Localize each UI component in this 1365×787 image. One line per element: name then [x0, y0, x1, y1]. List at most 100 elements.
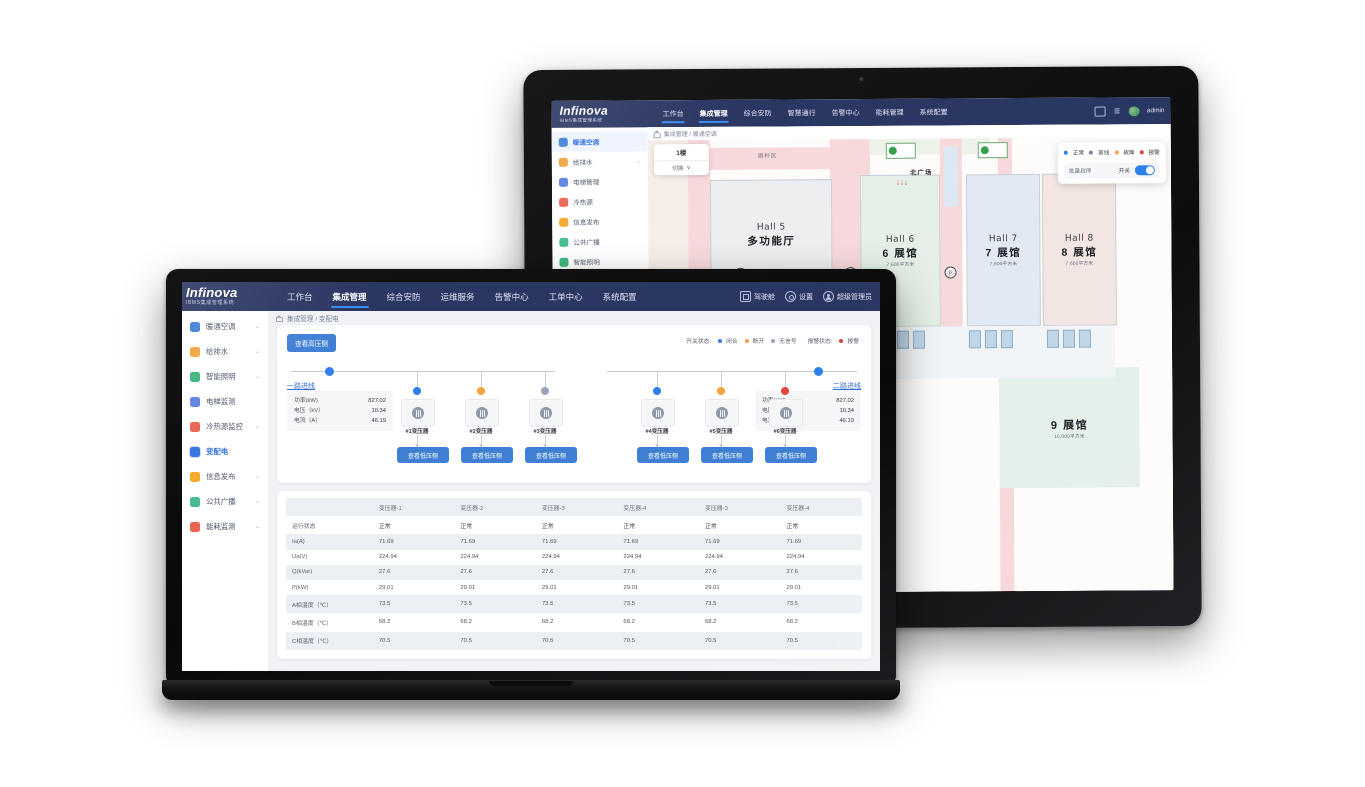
equipment-box-2[interactable]	[977, 142, 1008, 159]
left-metric-label-2: 电流（A）	[294, 418, 322, 424]
nav-item-settings[interactable]: 系统配置	[602, 283, 638, 310]
transformer-symbol-4[interactable]	[641, 399, 675, 427]
nav-item-workbench[interactable]: 工作台	[286, 283, 314, 310]
sidebar-item-info[interactable]: 信息发布 ⌄	[182, 464, 268, 489]
tablet-sidebar-item-0[interactable]: 暖通空调	[551, 131, 648, 152]
laptop-base	[162, 680, 900, 700]
transformer-symbol-6[interactable]	[769, 399, 803, 427]
sidebar-item-water[interactable]: 给排水 ⌄	[182, 339, 268, 364]
transformer-symbol-3[interactable]	[529, 399, 563, 427]
tablet-nav[interactable]: 工作台 集成管理 综合安防 智慧通行 告警中心 能耗管理 系统配置	[661, 100, 948, 125]
brand-subtitle: IBMS集成管理系统	[559, 117, 603, 123]
left-metric-value-1: 10.34	[371, 408, 386, 414]
hall-9-cn: 9 展馆	[1050, 419, 1089, 432]
broadcast-icon	[190, 496, 200, 507]
tablet-nav-item-3[interactable]: 智慧通行	[786, 101, 816, 124]
tablet-sidebar-item-5[interactable]: 公共广播	[552, 231, 648, 252]
legend-dot-alarm	[839, 338, 844, 343]
nav-item-ops[interactable]: 运维服务	[440, 283, 476, 310]
hall-7-en: Hall 7	[988, 233, 1018, 244]
nav-item-alarm[interactable]: 告警中心	[494, 283, 530, 310]
legend-label-normal: 正常	[1072, 150, 1085, 157]
nav-item-security[interactable]: 综合安防	[386, 283, 422, 310]
legend-dot-alarm	[1139, 150, 1144, 155]
info-publish-icon	[559, 217, 569, 227]
nav-item-workorder[interactable]: 工单中心	[548, 283, 584, 310]
settings-entry[interactable]: 设置	[785, 291, 813, 302]
tablet-nav-item-4[interactable]: 告警中心	[830, 101, 860, 124]
cockpit-entry[interactable]: 驾驶舱	[740, 291, 775, 302]
sidebar-item-lighting[interactable]: 智能照明 ⌄	[182, 364, 268, 389]
tablet-nav-item-1[interactable]: 集成管理	[698, 102, 728, 125]
view-lv-side-button-1[interactable]: 查看低压侧	[397, 447, 449, 463]
transformer-symbol-2[interactable]	[465, 399, 499, 427]
sidebar-item-chiller[interactable]: 冷热源监控 ⌄	[182, 414, 268, 439]
hall-5-cn: 多功能厅	[747, 235, 796, 248]
account-entry[interactable]: 超级管理员	[823, 291, 872, 302]
hall-8[interactable]: Hall 8 8 展馆 7,600平方米	[1041, 173, 1117, 326]
view-lv-side-button-3[interactable]: 查看低压侧	[525, 447, 577, 463]
tablet-sidebar-item-3[interactable]: 冷热源	[552, 191, 648, 212]
row-label-2: Ua(V)	[292, 554, 308, 561]
view-lv-side-button-5[interactable]: 查看低压侧	[701, 447, 753, 463]
batch-toggle-switch[interactable]	[1134, 165, 1155, 176]
cell-3-5: 27.6	[786, 569, 798, 576]
cell-7-3: 70.5	[623, 637, 635, 644]
transformer-symbol-5[interactable]	[705, 399, 739, 427]
tablet-nav-item-0[interactable]: 工作台	[661, 102, 684, 125]
chevron-down-icon: ⌄	[254, 424, 260, 430]
sidebar-item-elevator[interactable]: 电梯监测	[182, 389, 268, 414]
table-row: Ia(A) 71.69 71.69 71.69 71.69 71.69 71.6…	[286, 534, 862, 550]
view-lv-side-button-6[interactable]: 查看低压侧	[765, 447, 817, 463]
cell-2-3: 224.94	[623, 554, 642, 561]
feeder-right-link[interactable]: 二路进线	[833, 381, 861, 391]
legend-closed: 闭合	[717, 336, 738, 345]
floor-current: 1楼	[676, 150, 687, 158]
status-ok-icon	[888, 146, 897, 155]
list-icon[interactable]	[1113, 107, 1122, 115]
screen-icon[interactable]	[1094, 106, 1106, 117]
cell-5-0: 73.5	[378, 601, 391, 608]
table-row: Q(kVar) 27.6 27.6 27.6 27.6 27.6 27.6	[286, 564, 862, 580]
sidebar-item-hvac[interactable]: 暖通空调 ⌄	[182, 314, 268, 339]
tablet-sidebar-item-1[interactable]: 给排水 ⌄	[552, 151, 648, 172]
view-hv-side-button[interactable]: 查看高压侧	[287, 334, 336, 352]
laptop-nav[interactable]: 工作台 集成管理 综合安防 运维服务 告警中心 工单中心 系统配置	[286, 283, 638, 310]
tablet-nav-item-5[interactable]: 能耗管理	[874, 101, 904, 124]
laptop-breadcrumb-text: 集成管理 / 变配电	[287, 316, 339, 323]
sidebar-label-lighting: 智能照明	[206, 372, 236, 381]
nav-item-integration[interactable]: 集成管理	[330, 283, 369, 310]
globe-icon[interactable]	[1128, 105, 1140, 116]
cell-7-4: 70.5	[704, 637, 717, 644]
sidebar-label-info: 信息发布	[206, 472, 236, 481]
equipment-box-1[interactable]	[885, 142, 916, 159]
cell-4-1: 29.01	[460, 584, 476, 591]
floor-switch[interactable]: 切换 ∨	[653, 159, 709, 176]
cell-3-4: 27.6	[704, 569, 717, 576]
feeder-left-link[interactable]: 一路进线	[287, 381, 315, 391]
view-lv-side-button-2[interactable]: 查看低压侧	[461, 447, 513, 463]
sidebar-item-broadcast[interactable]: 公共广播 ⌄	[182, 489, 268, 514]
cell-1-4: 71.69	[704, 538, 720, 545]
water-icon	[558, 157, 568, 167]
sidebar-item-energy[interactable]: 能耗监测 ⌄	[182, 514, 268, 539]
hall-7[interactable]: Hall 7 7 展馆 7,600平方米	[965, 173, 1041, 327]
transformer-symbol-1[interactable]	[401, 399, 435, 427]
account-label: 超级管理员	[837, 293, 872, 301]
tablet-sidebar-item-2[interactable]: 电梯管理	[552, 171, 648, 192]
row-label-0: 运行状态	[292, 523, 316, 530]
batch-control-row[interactable]: 批量启停 开关	[1063, 162, 1160, 179]
tablet-username: admin	[1146, 107, 1165, 115]
hall-9[interactable]: 9 展馆 15,000平方米	[999, 367, 1140, 489]
tablet-nav-item-2[interactable]: 综合安防	[742, 102, 772, 125]
elevator-icon	[190, 396, 200, 407]
floor-selector[interactable]: 1楼 切换 ∨	[653, 143, 709, 176]
sidebar-label-power: 变配电	[206, 447, 229, 456]
tablet-sidebar-item-4[interactable]: 信息发布	[552, 211, 648, 232]
sidebar-item-power[interactable]: 变配电	[182, 439, 268, 464]
right-metric-value-1: 10.34	[839, 408, 854, 414]
view-lv-side-button-4[interactable]: 查看低压侧	[637, 447, 689, 463]
tablet-nav-item-6[interactable]: 系统配置	[918, 100, 948, 123]
right-metric-value-0: 827.02	[836, 398, 854, 404]
sidebar-label-chiller: 冷热源监控	[206, 422, 243, 431]
